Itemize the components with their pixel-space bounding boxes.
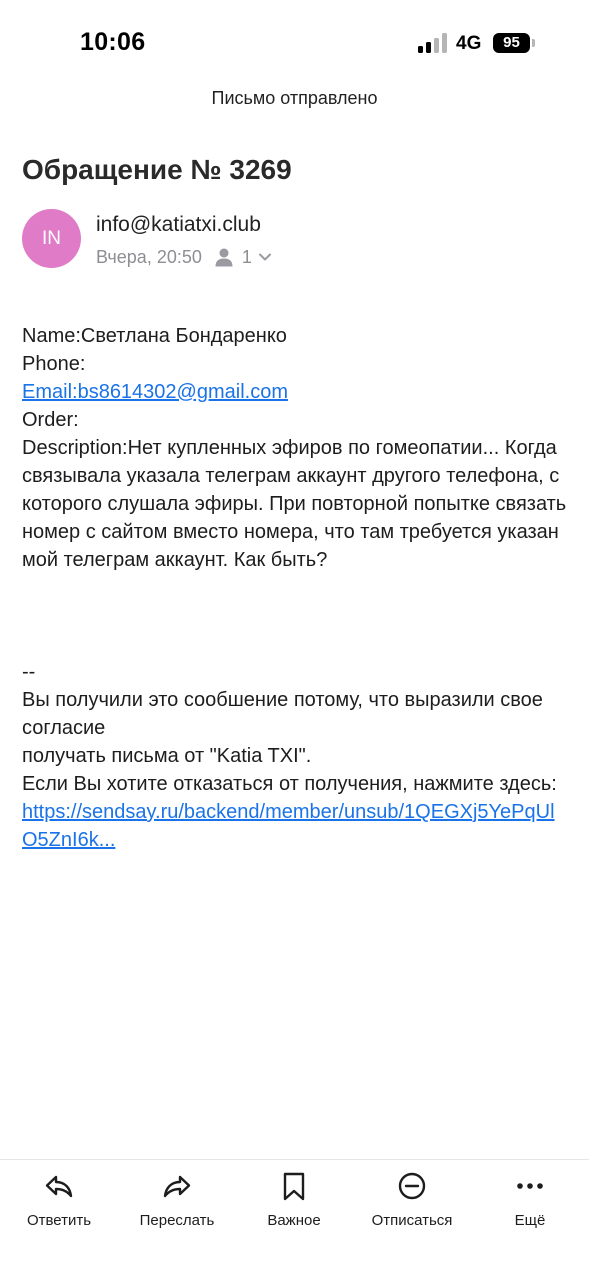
more-dots-icon: [517, 1183, 543, 1189]
more-button[interactable]: Ещё: [470, 1170, 589, 1229]
body-description: Description:Нет купленных эфиров по гоме…: [22, 437, 567, 571]
cellular-signal-icon: [418, 33, 448, 53]
unsubscribe-button[interactable]: Отписаться: [352, 1170, 472, 1229]
bottom-toolbar: Ответить Переслать Важное Отписаться Ещё: [0, 1159, 589, 1281]
body-name: Name:Светлана Бондаренко: [22, 325, 287, 347]
reply-label: Ответить: [26, 1212, 92, 1229]
sender-email[interactable]: info@katiatxi.club: [96, 213, 261, 237]
network-type: 4G: [456, 33, 482, 54]
forward-icon: [163, 1175, 191, 1198]
body-footer-unsubscribe-text: Если Вы хотите отказаться от получения, …: [22, 773, 557, 795]
email-date: Вчера, 20:50: [96, 246, 202, 267]
important-button[interactable]: Важное: [234, 1170, 354, 1229]
important-label: Важное: [267, 1212, 321, 1229]
body-email-link[interactable]: Email:bs8614302@gmail.com: [22, 381, 288, 403]
unsubscribe-label: Отписаться: [371, 1212, 453, 1229]
email-meta[interactable]: Вчера, 20:50 1: [96, 245, 272, 269]
forward-label: Переслать: [139, 1212, 215, 1229]
status-time: 10:06: [80, 28, 146, 56]
sender-avatar[interactable]: IN: [22, 209, 81, 268]
body-footer-sender: получать письма от "Katia TXI".: [22, 745, 312, 767]
reply-icon: [45, 1175, 73, 1198]
battery-icon: 95: [493, 33, 530, 53]
more-label: Ещё: [514, 1212, 546, 1229]
chevron-down-icon[interactable]: [258, 252, 272, 262]
reply-button[interactable]: Ответить: [0, 1170, 119, 1229]
bookmark-icon: [283, 1172, 305, 1201]
body-footer-consent: Вы получили это сообшение потому, что вы…: [22, 689, 543, 739]
email-body: Name:Светлана Бондаренко Phone: Email:bs…: [22, 322, 570, 854]
person-icon: [215, 248, 233, 267]
body-separator: --: [22, 661, 36, 683]
minus-circle-icon: [398, 1172, 426, 1200]
body-order: Order:: [22, 409, 79, 431]
recipient-count: 1: [241, 246, 252, 267]
battery-nub: [532, 39, 535, 47]
unsubscribe-link[interactable]: https://sendsay.ru/backend/member/unsub/…: [22, 801, 555, 851]
email-subject: Обращение № 3269: [22, 154, 292, 185]
body-phone: Phone:: [22, 353, 86, 375]
sent-banner: Письмо отправлено: [211, 88, 378, 108]
status-bar: 10:06 4G 95: [0, 0, 589, 86]
forward-button[interactable]: Переслать: [117, 1170, 237, 1229]
